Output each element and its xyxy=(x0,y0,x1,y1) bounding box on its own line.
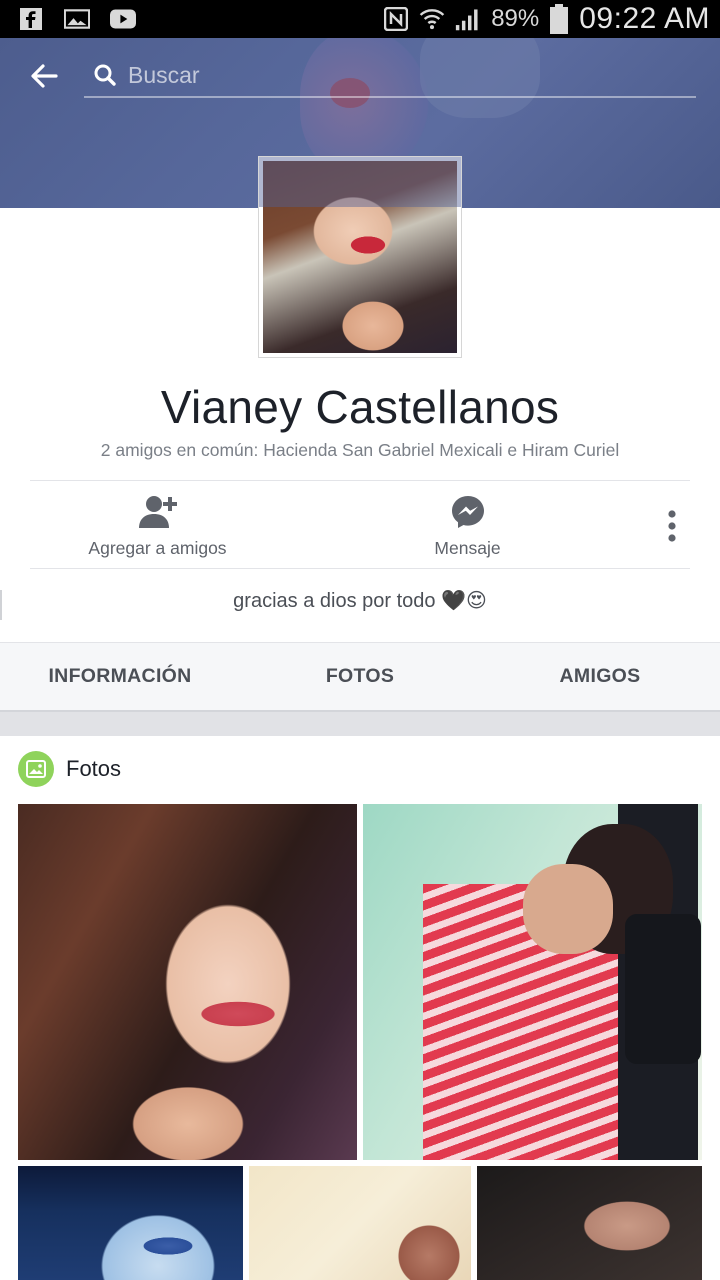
photo-thumbnail[interactable] xyxy=(18,1166,243,1280)
profile-name: Vianey Castellanos xyxy=(160,381,560,433)
photo-thumbnail[interactable] xyxy=(18,804,357,1160)
wifi-icon xyxy=(419,6,445,32)
battery-percent: 89% xyxy=(491,5,540,32)
section-divider xyxy=(0,712,720,736)
add-friend-icon xyxy=(138,492,178,532)
search-input[interactable] xyxy=(120,55,696,95)
tab-amigos[interactable]: AMIGOS xyxy=(480,643,720,710)
gallery-icon xyxy=(64,6,90,32)
add-friend-button[interactable]: Agregar a amigos xyxy=(70,482,245,568)
more-vertical-icon xyxy=(668,510,676,542)
back-button[interactable] xyxy=(24,56,64,96)
photo-thumbnail[interactable] xyxy=(477,1166,702,1280)
divider xyxy=(30,480,690,481)
messenger-icon xyxy=(448,492,488,532)
tab-fotos[interactable]: FOTOS xyxy=(240,643,480,710)
profile-tabs: INFORMACIÓN FOTOS AMIGOS xyxy=(0,642,720,712)
photo-thumbnail[interactable] xyxy=(249,1166,471,1280)
mutual-friends[interactable]: 2 amigos en común: Hacienda San Gabriel … xyxy=(0,440,720,461)
photo-thumbnail[interactable] xyxy=(363,804,702,1160)
facebook-icon xyxy=(18,6,44,32)
nfc-icon xyxy=(383,6,409,32)
battery-icon xyxy=(549,4,569,34)
status-bar: 89% 09:22 AM xyxy=(0,0,720,38)
more-options-button[interactable] xyxy=(650,504,694,548)
clock: 09:22 AM xyxy=(579,2,710,35)
signal-icon xyxy=(455,6,481,32)
youtube-icon xyxy=(110,6,136,32)
divider xyxy=(30,568,690,569)
bio-text: gracias a dios por todo 🖤😍 xyxy=(233,590,487,612)
profile-picture[interactable] xyxy=(258,156,462,358)
photos-title: Fotos xyxy=(66,756,122,781)
add-friend-label: Agregar a amigos xyxy=(88,537,227,558)
message-button[interactable]: Mensaje xyxy=(400,482,535,568)
photo-icon xyxy=(18,751,54,787)
photos-header[interactable]: Fotos xyxy=(18,750,121,788)
search-bar[interactable] xyxy=(84,54,696,98)
action-row: Agregar a amigos Mensaje xyxy=(30,482,690,568)
tab-informacion[interactable]: INFORMACIÓN xyxy=(0,643,240,710)
arrow-left-icon xyxy=(31,64,58,88)
message-label: Mensaje xyxy=(434,537,501,558)
search-icon xyxy=(90,60,120,90)
